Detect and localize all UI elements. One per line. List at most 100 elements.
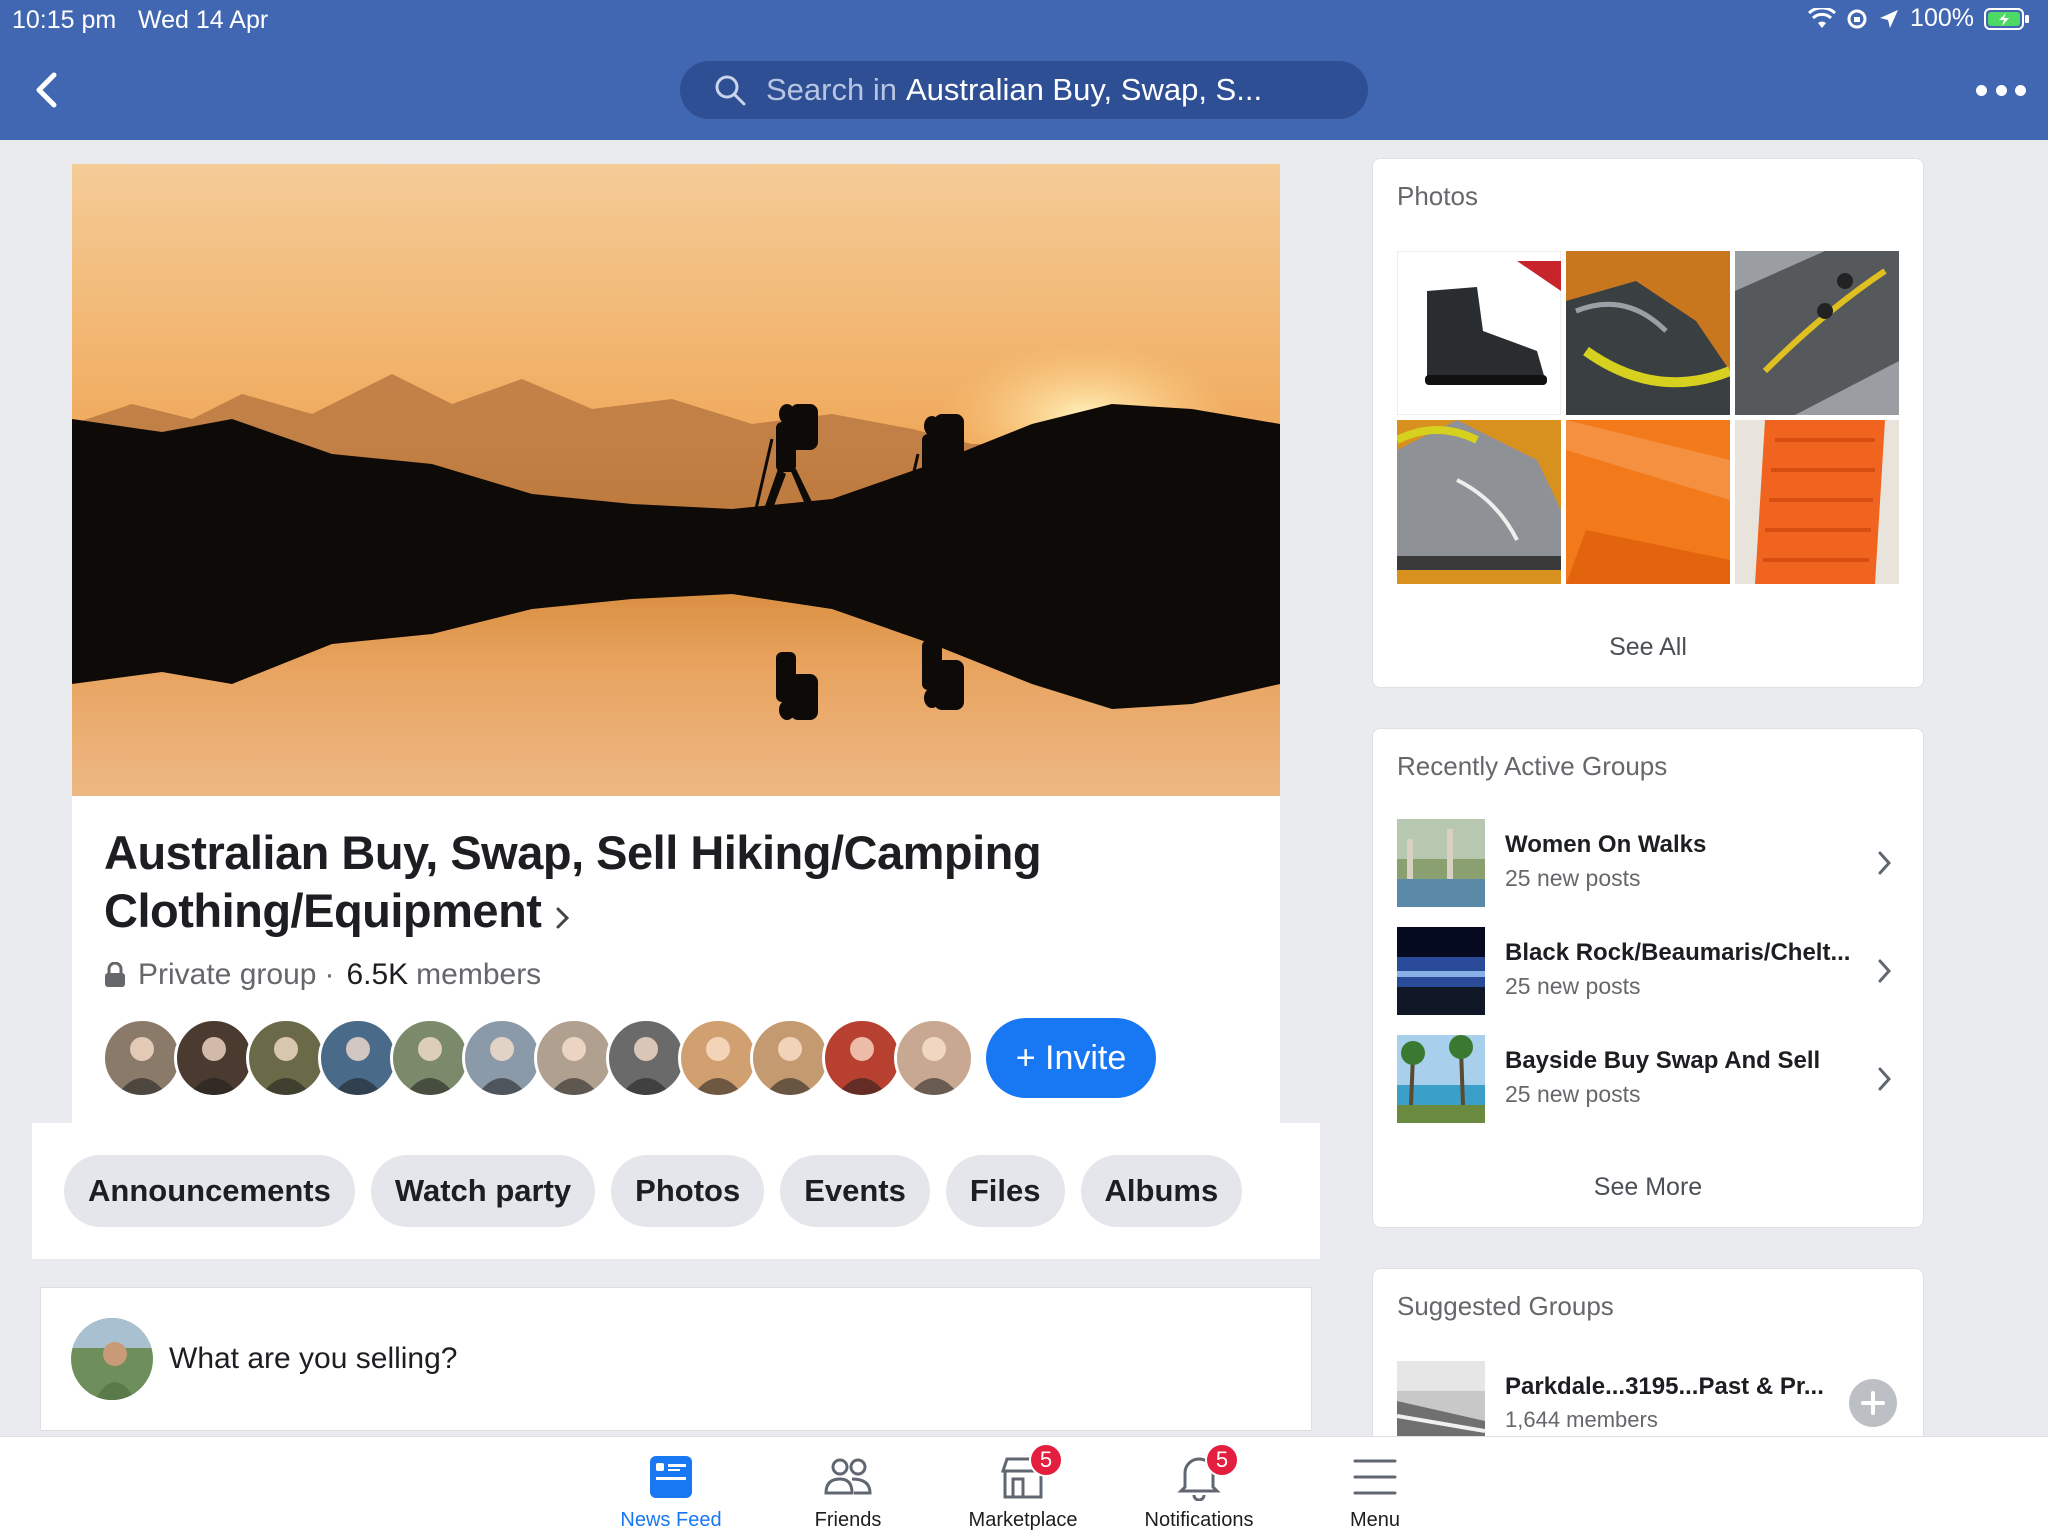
recent-group-item[interactable]: Bayside Buy Swap And Sell 25 new posts [1397, 1035, 1901, 1123]
member-avatar[interactable] [678, 1018, 758, 1098]
member-avatar[interactable] [894, 1018, 974, 1098]
group-info-card: Australian Buy, Swap, Sell Hiking/Campin… [72, 796, 1280, 1123]
nav-label: Friends [814, 1509, 882, 1531]
battery-percent: 100% [1910, 4, 1974, 32]
suggested-groups-title: Suggested Groups [1397, 1291, 1614, 1321]
chevron-right-icon [555, 886, 571, 944]
menu-icon [1349, 1453, 1401, 1501]
tab-watch-party[interactable]: Watch party [370, 1155, 596, 1227]
recent-group-new-posts: 25 new posts [1505, 1081, 1641, 1107]
dot-icon [1995, 84, 2007, 96]
see-more-groups-link[interactable]: See More [1373, 1173, 1923, 1202]
wifi-icon [1808, 7, 1837, 28]
bottom-tab-bar: News Feed Friends 5 Marketplace 5 Notifi… [0, 1436, 2048, 1536]
photo-thumbnail[interactable] [1566, 420, 1730, 584]
group-cover-photo[interactable] [72, 164, 1280, 796]
member-avatar[interactable] [606, 1018, 686, 1098]
member-count: 6.5K [346, 958, 409, 991]
nav-news-feed[interactable]: News Feed [583, 1437, 759, 1536]
nav-friends[interactable]: Friends [760, 1437, 936, 1536]
nav-marketplace[interactable]: 5 Marketplace [935, 1437, 1111, 1536]
more-options-button[interactable] [1976, 76, 2026, 104]
group-thumbnail [1397, 1035, 1485, 1123]
search-icon [715, 75, 746, 106]
chevron-right-icon [1878, 851, 1892, 875]
lock-icon [105, 962, 125, 987]
tab-files[interactable]: Files [945, 1155, 1065, 1227]
suggested-group-members: 1,644 members [1505, 1407, 1658, 1432]
photo-grid [1397, 251, 1899, 584]
avatar [71, 1318, 153, 1400]
hikers-sunset-image [72, 164, 1280, 796]
group-thumbnail [1397, 819, 1485, 907]
group-title-text: Australian Buy, Swap, Sell Hiking/Campin… [104, 826, 1042, 937]
nav-label: Notifications [1144, 1509, 1254, 1531]
group-thumbnail [1397, 927, 1485, 1015]
members-word: members [416, 958, 542, 991]
post-composer[interactable]: What are you selling? [40, 1287, 1312, 1431]
nav-notifications[interactable]: 5 Notifications [1111, 1437, 1287, 1536]
photo-thumbnail[interactable] [1397, 251, 1561, 415]
marketplace-icon: 5 [997, 1443, 1063, 1501]
search-prefix: Search in [766, 72, 897, 107]
search-scope: Australian Buy, Swap, S... [905, 72, 1263, 107]
photos-panel-title: Photos [1397, 181, 1478, 211]
chevron-right-icon [1878, 959, 1892, 983]
photo-thumbnail[interactable] [1566, 251, 1730, 415]
member-avatar[interactable] [462, 1018, 542, 1098]
member-avatar[interactable] [174, 1018, 254, 1098]
composer-placeholder[interactable]: What are you selling? [169, 1342, 458, 1376]
recent-group-item[interactable]: Black Rock/Beaumaris/Chelt... 25 new pos… [1397, 927, 1901, 1015]
tab-photos[interactable]: Photos [611, 1155, 765, 1227]
back-button[interactable] [26, 66, 66, 114]
battery-charging-icon [1984, 7, 2029, 30]
meta-separator: · [324, 958, 335, 991]
status-time: 10:15 pm [12, 6, 117, 34]
recent-group-item[interactable]: Women On Walks 25 new posts [1397, 819, 1901, 907]
nav-menu[interactable]: Menu [1287, 1437, 1463, 1536]
recent-group-name: Black Rock/Beaumaris/Chelt... [1505, 939, 1851, 966]
join-group-button[interactable] [1849, 1379, 1897, 1427]
group-privacy: Private group [138, 958, 317, 991]
member-avatar[interactable] [102, 1018, 182, 1098]
plus-icon [1861, 1391, 1885, 1415]
see-all-photos-link[interactable]: See All [1373, 633, 1923, 662]
group-meta: Private group · 6.5K members [104, 958, 541, 992]
invite-button[interactable]: + Invite [986, 1018, 1156, 1098]
marketplace-badge: 5 [1029, 1443, 1063, 1477]
recent-group-name: Women On Walks [1505, 831, 1707, 858]
top-bar: 10:15 pm Wed 14 Apr 100% Search in Austr… [0, 0, 2048, 140]
news-feed-icon [645, 1453, 697, 1501]
orientation-lock-icon [1847, 9, 1867, 28]
member-avatar[interactable] [822, 1018, 902, 1098]
member-avatars: + Invite [102, 1018, 1156, 1098]
tab-events[interactable]: Events [780, 1155, 930, 1227]
tab-albums[interactable]: Albums [1080, 1155, 1243, 1227]
status-date: Wed 14 Apr [138, 6, 269, 34]
photo-thumbnail[interactable] [1735, 251, 1899, 415]
recent-group-new-posts: 25 new posts [1505, 865, 1641, 891]
member-avatar[interactable] [246, 1018, 326, 1098]
group-tabs: Announcements Watch party Photos Events … [32, 1123, 1320, 1259]
bell-icon: 5 [1173, 1443, 1239, 1502]
suggested-group-name[interactable]: Parkdale...3195...Past & Pr... [1505, 1373, 1824, 1401]
friends-icon [822, 1453, 874, 1501]
nav-label: Menu [1349, 1509, 1401, 1531]
member-avatar[interactable] [534, 1018, 614, 1098]
recent-groups-title: Recently Active Groups [1397, 751, 1668, 781]
photo-thumbnail[interactable] [1397, 420, 1561, 584]
member-avatar[interactable] [750, 1018, 830, 1098]
chevron-left-icon [36, 72, 57, 108]
member-avatar[interactable] [390, 1018, 470, 1098]
recently-active-groups-panel: Recently Active Groups Women On Walks 25… [1372, 728, 1924, 1228]
chevron-right-icon [1878, 1067, 1892, 1091]
group-search-bar[interactable]: Search in Australian Buy, Swap, S... [680, 61, 1368, 119]
member-avatar[interactable] [318, 1018, 398, 1098]
group-title[interactable]: Australian Buy, Swap, Sell Hiking/Campin… [104, 824, 1104, 944]
photo-thumbnail[interactable] [1735, 420, 1899, 584]
nav-label: News Feed [620, 1509, 722, 1531]
tab-announcements[interactable]: Announcements [64, 1155, 355, 1227]
dot-icon [1976, 84, 1987, 96]
recent-group-name: Bayside Buy Swap And Sell [1505, 1047, 1821, 1074]
dot-icon [2015, 84, 2026, 96]
